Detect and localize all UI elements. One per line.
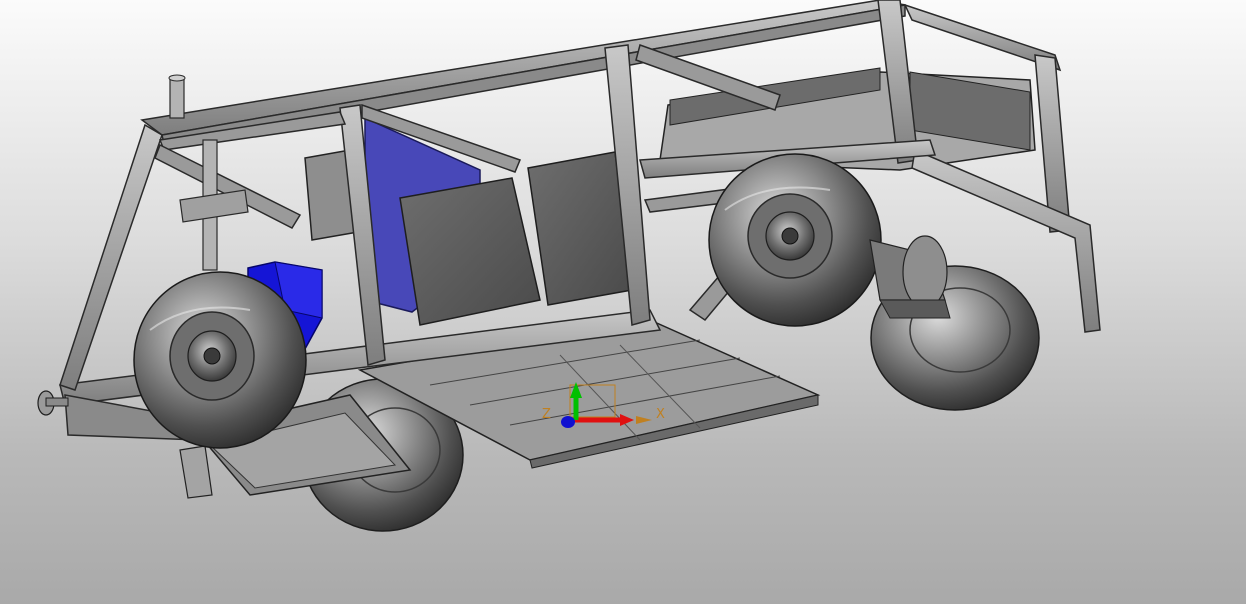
front-left-wheel[interactable] (133, 271, 307, 449)
cad-viewport[interactable]: X Z (0, 0, 1246, 604)
triad-z-label: Z (542, 407, 551, 422)
lower-bracket (179, 445, 213, 499)
center-box-left (399, 177, 541, 326)
front-right-wheel[interactable] (708, 153, 882, 327)
center-box-right (527, 151, 633, 306)
triad-x-label: X (656, 407, 665, 422)
cart-3d-model[interactable]: X Z (0, 0, 1246, 604)
